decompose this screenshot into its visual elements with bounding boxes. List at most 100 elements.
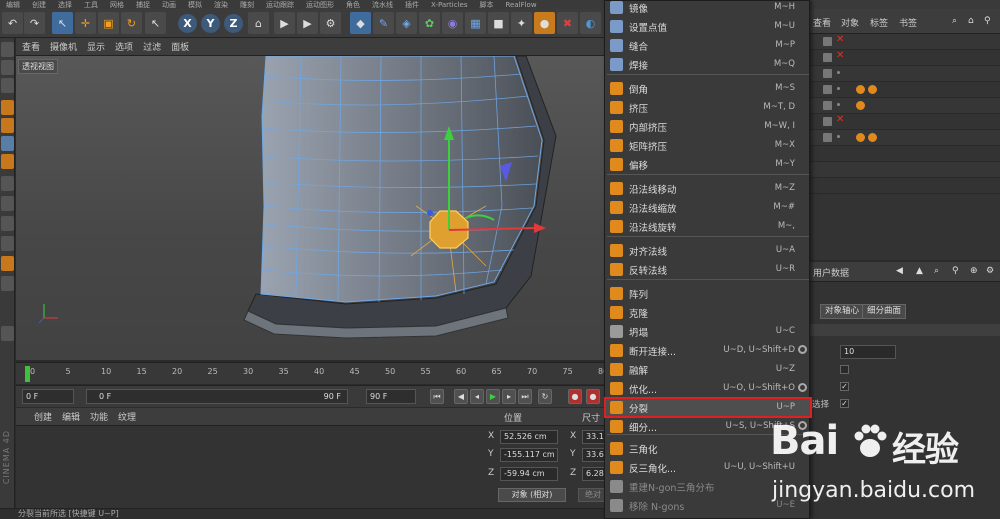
menu-item-collapse[interactable]: 坍塌 U~C [605,322,811,341]
menu-item-array[interactable]: 阵列 [605,284,811,303]
viewport-menu-panel[interactable]: 面板 [171,40,189,53]
list-item[interactable]: ✕ [810,114,1000,130]
menu-item-offset[interactable]: 偏移 M~Y [605,155,811,174]
frame-range-slider[interactable]: 0 F 90 F [86,389,348,404]
array-generator-icon[interactable]: ✿ [419,12,440,34]
redo-icon[interactable]: ↷ [24,12,45,34]
menu-item-reverse-normals[interactable]: 反转法线 U~R [605,260,811,279]
lock-icon[interactable] [1,326,14,341]
rotate-tool-icon[interactable]: ↻ [121,12,142,34]
menubar-item[interactable]: 运动跟踪 [266,1,294,9]
menu-item-weld[interactable]: 焊接 M~Q [605,55,811,74]
menu-item-extrude[interactable]: 挤压 M~T, D [605,98,811,117]
position-y-field[interactable]: -155.117 cm [500,448,558,462]
position-z-field[interactable]: -59.94 cm [500,467,558,481]
menu-item-bevel[interactable]: 倒角 M~S [605,79,811,98]
menu-item-set-point[interactable]: 设置点值 M~U [605,17,811,36]
option-checkbox[interactable]: ✓ [840,399,849,408]
settings-icon[interactable]: ⚙ [986,266,994,276]
current-frame-field[interactable]: 0 F [22,389,74,404]
floor-icon[interactable]: ▦ [465,12,486,34]
menubar-item[interactable]: 流水线 [372,1,393,9]
menu-item-clone[interactable]: 克隆 [605,303,811,322]
list-item[interactable] [810,162,1000,178]
play-icon[interactable]: ▶ [486,389,500,404]
menu-item-normal-scale[interactable]: 沿法线缩放 M~# [605,198,811,217]
menubar-item[interactable]: 编辑 [6,1,20,9]
menu-item-optimize[interactable]: 优化... U~O, U~Shift+O [605,379,811,398]
texture-mode-icon[interactable] [1,78,14,93]
viewport-menu-display[interactable]: 显示 [87,40,105,53]
loop-icon[interactable]: ↻ [538,389,552,404]
render-picture-viewer-icon[interactable]: ▶ [297,12,318,34]
z-axis-lock-icon[interactable]: Z [224,14,243,33]
om-menu-tags[interactable]: 标签 [870,16,888,29]
menu-item-stitch[interactable]: 缝合 M~P [605,36,811,55]
go-to-end-icon[interactable]: ⏭ [518,389,532,404]
menubar-item[interactable]: 脚本 [479,1,493,9]
polygons-mode-icon[interactable] [1,136,14,151]
snap-icon[interactable] [1,196,14,211]
coordinate-system-icon[interactable]: ⌂ [248,12,269,34]
material-icon[interactable]: ● [534,12,555,34]
x-axis-lock-icon[interactable]: X [178,14,197,33]
material-menu-edit[interactable]: 编辑 [62,410,80,423]
material-menu-create[interactable]: 创建 [34,410,52,423]
tab-object-axis[interactable]: 对象轴心 [820,304,865,319]
lock-icon[interactable]: ⚲ [984,16,991,26]
select-tool-icon[interactable]: ↖ [52,12,73,34]
points-mode-icon[interactable] [1,100,14,115]
menubar-item[interactable]: 选择 [58,1,72,9]
menu-item-melt[interactable]: 融解 U~Z [605,360,811,379]
camera-icon[interactable]: ■ [488,12,509,34]
menubar-item[interactable]: 创建 [32,1,46,9]
subdivision-field[interactable]: 10 [840,345,896,359]
option-checkbox[interactable] [840,365,849,374]
perspective-viewport[interactable]: 透视视图 [16,56,610,360]
menubar-item[interactable]: 角色 [346,1,360,9]
menubar-item[interactable]: RealFlow [505,1,536,9]
menu-item-matrix-extrude[interactable]: 矩阵挤压 M~X [605,136,811,155]
menubar-item[interactable]: 动画 [162,1,176,9]
workplane-icon[interactable] [1,216,14,231]
menu-item-normal-rotate[interactable]: 沿法线旋转 M~, [605,217,811,236]
search-icon[interactable]: ⌕ [952,16,957,26]
menubar-item[interactable]: 渲染 [214,1,228,9]
undo-icon[interactable]: ↶ [2,12,23,34]
light-icon[interactable]: ✦ [511,12,532,34]
deformer-icon[interactable]: ◉ [442,12,463,34]
record-icon[interactable]: ● [568,389,582,404]
menu-item-split[interactable]: 分裂 U~P [604,397,812,418]
list-item[interactable] [810,82,1000,98]
timeline-ruler[interactable]: 05101520253035404550556065707580 [16,362,610,384]
render-settings-icon[interactable]: ⚙ [320,12,341,34]
om-menu-objects[interactable]: 对象 [841,16,859,29]
magnet-icon[interactable] [1,276,14,291]
menubar-item[interactable]: 模拟 [188,1,202,9]
material-menu-function[interactable]: 功能 [90,410,108,423]
move-tool-icon[interactable]: ✛ [75,12,96,34]
menu-item-normal-move[interactable]: 沿法线移动 M~Z [605,179,811,198]
menu-item-mirror[interactable]: 镜像 M~H [605,0,811,17]
lock-workplane-icon[interactable] [1,236,14,251]
autokey-icon[interactable]: ● [586,389,600,404]
viewport-menu-options[interactable]: 选项 [115,40,133,53]
model-mode-icon[interactable] [1,60,14,75]
om-menu-view[interactable]: 查看 [813,16,831,29]
scale-tool-icon[interactable]: ▣ [98,12,119,34]
make-editable-icon[interactable] [1,42,14,57]
option-checkbox[interactable]: ✓ [840,382,849,391]
render-view-icon[interactable]: ▶ [274,12,295,34]
menubar-item[interactable]: 工具 [84,1,98,9]
solo-icon[interactable] [1,256,14,271]
list-item[interactable]: ✕ [810,34,1000,50]
menubar-item[interactable]: X-Particles [431,1,467,9]
menubar-item[interactable]: 雕刻 [240,1,254,9]
uv-mode-icon[interactable] [1,154,14,169]
axis-mode-icon[interactable] [1,176,14,191]
tab-subdivision-surface[interactable]: 细分曲面 [862,304,907,319]
lock-icon[interactable]: ⚲ [952,266,959,276]
viewport-menu-camera[interactable]: 摄像机 [50,40,77,53]
list-item[interactable] [810,146,1000,162]
recent-tool-icon[interactable]: ↖ [145,12,166,34]
